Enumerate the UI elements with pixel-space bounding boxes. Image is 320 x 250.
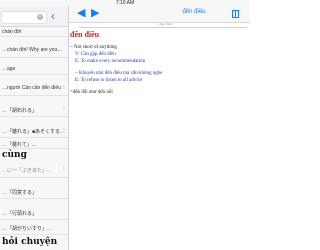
list-item-headword: hỏi chuyện	[2, 237, 58, 247]
list-item[interactable]: hỏi chuyện	[0, 235, 68, 250]
entry-example-en: E: To refuse to listen to all advice	[75, 78, 143, 83]
list-item[interactable]: …「雑れる」■あそくする… ›	[0, 117, 68, 138]
entry-navbar: ◀ ▶ đến điều	[69, 6, 250, 23]
dictionary-subbar: Viet - Anh	[79, 22, 247, 28]
dictionary-label: Viet - Anh	[159, 22, 172, 26]
list-item-label: …「胡石れる」	[2, 108, 38, 114]
entry-example-vi: V: Cần gặp đến điều	[75, 52, 116, 57]
back-arrow-icon[interactable]: ◀	[77, 8, 85, 19]
sidebar-search-row: × ‹	[0, 6, 68, 27]
page-title: đến điều	[182, 9, 206, 15]
list-item-label: …chán đời! Why are you…	[2, 47, 63, 53]
clear-icon[interactable]: ×	[37, 14, 43, 20]
entry-cross-reference[interactable]: =đến đổi như đến nổi	[70, 90, 113, 95]
list-item[interactable]: …「同意する」	[0, 178, 68, 199]
entry-pane: ◀ ▶ đến điều Viet - Anh đến điều ~ Not s…	[69, 6, 250, 250]
list-item[interactable]: cùng …に一「ぶきあた」… ›	[0, 149, 68, 178]
entry-headword: đến điều	[70, 30, 100, 39]
list-item[interactable]: …「胡がちいすり」…	[0, 220, 68, 235]
book-icon[interactable]	[232, 10, 239, 18]
entry-definition: ~ Not short of anything	[70, 45, 117, 50]
forward-arrow-icon[interactable]: ▶	[91, 8, 99, 19]
list-item-label: …「同意する」	[2, 190, 38, 196]
history-sidebar: × ‹ chán đời …chán đời! Why are you… …ag…	[0, 6, 69, 250]
list-item[interactable]: …「行頭れる」	[0, 199, 68, 220]
list-item-label: …「胡がちいすり」…	[2, 226, 53, 232]
list-item-label: chán đời	[2, 29, 22, 35]
entry-example-vi: ~ Khuyên nhủ đến điều mà vẫn không nghe	[75, 71, 163, 76]
list-item[interactable]: …「雑れて」...	[0, 138, 68, 149]
list-item-label: …「雑れて」...	[2, 142, 37, 148]
list-item-headword: cùng	[2, 150, 27, 160]
list-item-label: …người Cán cần đến điều	[2, 85, 61, 91]
chevron-right-icon: ›	[62, 126, 65, 133]
list-item-label: …「雑れる」■あそくする…	[2, 129, 66, 135]
chevron-left-icon[interactable]: ‹	[51, 10, 61, 22]
chevron-right-icon: ›	[62, 84, 65, 91]
entry-example-en: E: To make every recommendation	[75, 59, 146, 64]
list-item-subtext: …に一「ぶきあた」…	[2, 168, 53, 174]
list-item[interactable]: …「胡石れる」 ›	[0, 96, 68, 117]
list-item[interactable]: …chán đời! Why are you…	[0, 37, 68, 58]
list-item[interactable]: chán đời	[0, 27, 68, 37]
list-item[interactable]: …người Cán cần đến điều ›	[0, 75, 68, 96]
chevron-right-icon: ›	[62, 105, 65, 112]
chevron-right-icon: ›	[62, 165, 65, 172]
list-item[interactable]: …age	[0, 58, 68, 75]
list-item-label: …「行頭れる」	[2, 211, 38, 217]
list-item-label: …age	[2, 66, 16, 72]
